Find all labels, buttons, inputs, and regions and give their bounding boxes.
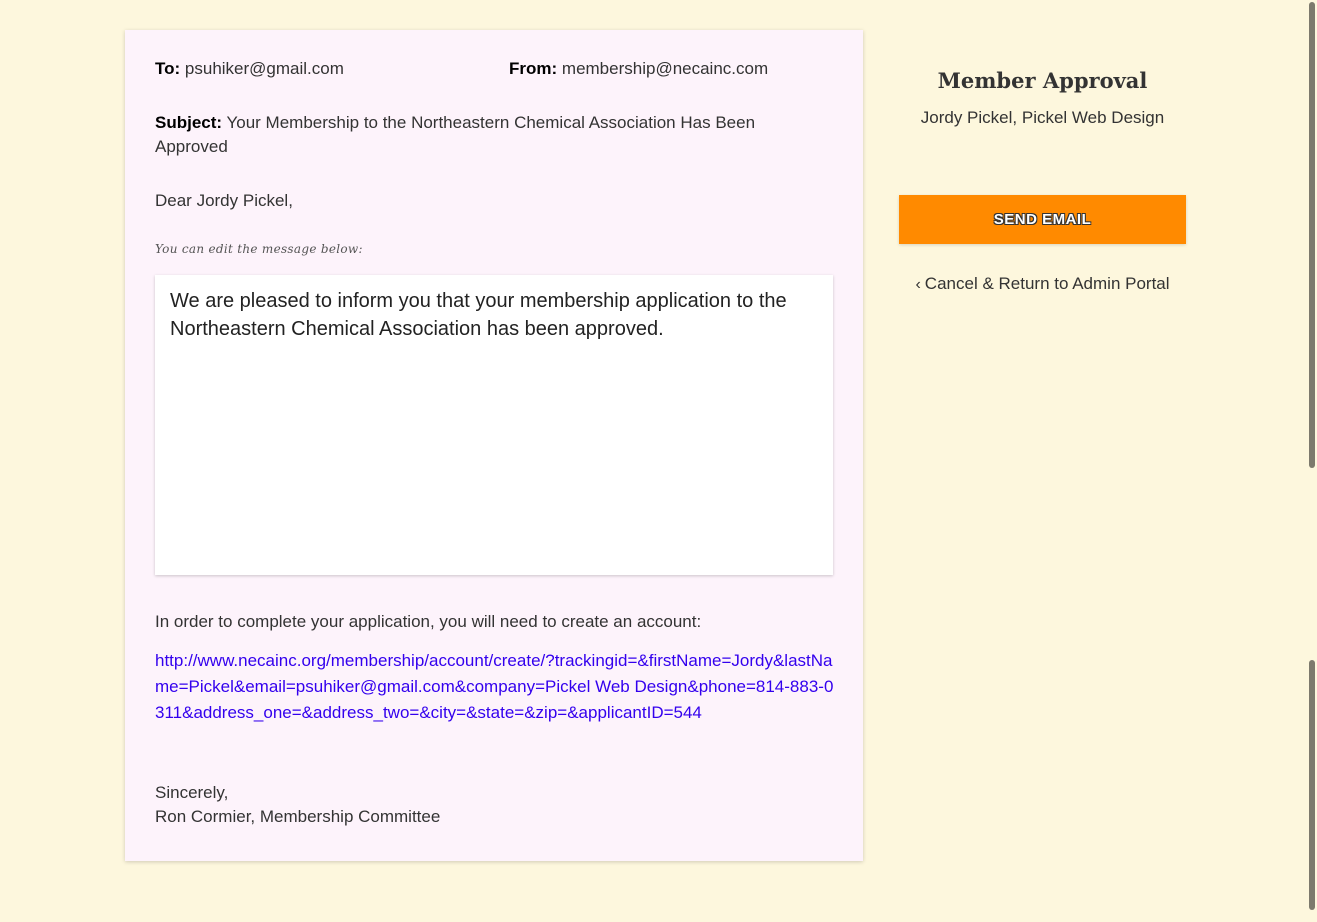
to-label: To: <box>155 59 181 78</box>
edit-hint: You can edit the message below: <box>155 242 363 256</box>
from-line: From: membership@necainc.com <box>509 57 768 81</box>
chevron-left-icon: ‹ <box>915 276 921 293</box>
message-editor[interactable]: We are pleased to inform you that your m… <box>155 275 833 575</box>
greeting: Dear Jordy Pickel, <box>155 191 293 210</box>
send-email-button[interactable]: SEND EMAIL <box>899 195 1186 244</box>
page-title: Member Approval <box>937 68 1148 93</box>
subject-label: Subject: <box>155 113 223 132</box>
cancel-return-link[interactable]: ‹ Cancel & Return to Admin Portal <box>899 274 1186 294</box>
account-instructions: In order to complete your application, y… <box>155 612 702 631</box>
scrollbar[interactable] <box>1306 0 1317 922</box>
to-address: psuhiker@gmail.com <box>184 59 344 78</box>
cancel-link-label: Cancel & Return to Admin Portal <box>924 274 1170 293</box>
email-preview-card: To: psuhiker@gmail.com From: membership@… <box>125 30 863 861</box>
closing: Sincerely, <box>155 783 229 802</box>
scrollbar-thumb[interactable] <box>1309 2 1315 468</box>
subject-line: Subject: Your Membership to the Northeas… <box>155 111 815 159</box>
signature: Ron Cormier, Membership Committee <box>155 807 441 826</box>
from-address: membership@necainc.com <box>561 59 769 78</box>
scrollbar-thumb-lower[interactable] <box>1309 660 1315 910</box>
member-name: Jordy Pickel, Pickel Web Design <box>920 108 1165 127</box>
subject-text: Your Membership to the Northeastern Chem… <box>155 113 756 156</box>
to-line: To: psuhiker@gmail.com <box>155 57 344 81</box>
account-create-link[interactable]: http://www.necainc.org/membership/accoun… <box>155 648 835 726</box>
from-label: From: <box>509 59 558 78</box>
